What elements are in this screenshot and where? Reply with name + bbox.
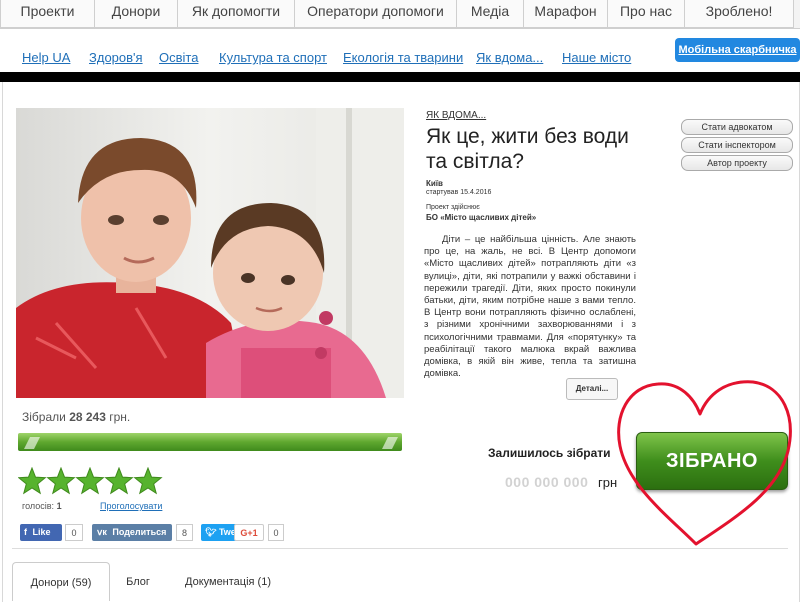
tab-donors[interactable]: Донори (59) — [12, 562, 110, 601]
nav-projects[interactable]: Проекти — [0, 0, 95, 28]
details-button[interactable]: Деталі... — [566, 378, 618, 400]
collected-currency: грн. — [109, 410, 131, 424]
nav-media[interactable]: Медіа — [456, 0, 524, 28]
project-photo — [16, 108, 404, 398]
mobile-piggybank-button[interactable]: Мобільна скарбничка — [675, 38, 800, 62]
nav-about[interactable]: Про нас — [607, 0, 685, 28]
votes-label: голосів: — [22, 501, 55, 511]
facebook-icon: f — [24, 527, 27, 537]
vk-share-label: Поделиться — [112, 527, 167, 537]
cat-our-city[interactable]: Наше місто — [562, 50, 631, 65]
project-description: Діти – це найбільша цінність. Але знають… — [424, 234, 636, 380]
collected-status-button[interactable]: ЗІБРАНО — [636, 432, 788, 490]
collected-amount: Зібрали 28 243 грн. — [22, 410, 130, 424]
facebook-like-button[interactable]: f Like — [20, 524, 62, 541]
nav-done[interactable]: Зроблено! — [684, 0, 794, 28]
nav-operators[interactable]: Оператори допомоги — [294, 0, 457, 28]
rating-stars[interactable] — [17, 466, 168, 502]
top-nav: Проекти Донори Як допомогти Оператори до… — [0, 0, 800, 29]
cat-culture-sport[interactable]: Культура та спорт — [219, 50, 327, 65]
project-city: Київ — [426, 179, 443, 188]
vote-link[interactable]: Проголосувати — [100, 501, 162, 511]
collected-label: Зібрали — [22, 410, 66, 424]
project-start-date: стартував 15.4.2016 — [426, 189, 492, 196]
gplus-button[interactable]: G+1 — [234, 524, 264, 541]
facebook-count: 0 — [65, 524, 83, 541]
star-icon[interactable] — [104, 466, 134, 495]
project-category-link[interactable]: ЯК ВДОМА... — [426, 110, 486, 121]
star-icon[interactable] — [17, 466, 47, 495]
nav-donors[interactable]: Донори — [94, 0, 178, 28]
remaining-unit: грн — [598, 475, 618, 490]
content-divider — [12, 548, 788, 549]
become-advocate-button[interactable]: Стати адвокатом — [681, 119, 793, 135]
gplus-label: G+1 — [240, 528, 258, 538]
nav-how-to-help[interactable]: Як допомогти — [177, 0, 295, 28]
cat-like-home[interactable]: Як вдома... — [476, 50, 543, 65]
project-title: Як це, жити без води та світла? — [426, 125, 629, 173]
become-inspector-button[interactable]: Стати інспектором — [681, 137, 793, 153]
cat-health[interactable]: Здоров'я — [89, 50, 143, 65]
star-icon[interactable] — [46, 466, 76, 495]
project-implementer-label: Проект здійснює — [426, 204, 480, 211]
header-divider — [0, 72, 800, 82]
vk-count: 8 — [176, 524, 193, 541]
nav-marathon[interactable]: Марафон — [523, 0, 608, 28]
cat-help-ua[interactable]: Help UA — [22, 50, 70, 65]
tab-blog[interactable]: Блог — [118, 562, 158, 600]
funding-progress-bar — [18, 431, 402, 453]
votes-value: 1 — [56, 501, 62, 511]
twitter-button[interactable]: 🐦︎ Twe — [201, 524, 237, 541]
vk-icon: ⅴк — [97, 527, 107, 537]
remaining-amount: 000 000 000 — [505, 474, 589, 490]
cat-ecology[interactable]: Екологія та тварини — [343, 50, 463, 65]
facebook-like-label: Like — [32, 527, 51, 537]
tab-documentation[interactable]: Документація (1) — [178, 562, 278, 600]
twitter-icon: 🐦︎ — [205, 527, 217, 537]
votes-count: голосів: 1 — [22, 501, 62, 511]
collected-value: 28 243 — [69, 410, 106, 424]
star-icon[interactable] — [133, 466, 163, 495]
star-icon[interactable] — [75, 466, 105, 495]
project-author-button[interactable]: Автор проекту — [681, 155, 793, 171]
cat-education[interactable]: Освіта — [159, 50, 198, 65]
remaining-label: Залишилось зібрати — [488, 446, 611, 460]
vk-share-button[interactable]: ⅴк Поделиться — [92, 524, 172, 541]
gplus-count: 0 — [268, 524, 284, 541]
project-organization[interactable]: БО «Місто щасливих дітей» — [426, 213, 536, 222]
